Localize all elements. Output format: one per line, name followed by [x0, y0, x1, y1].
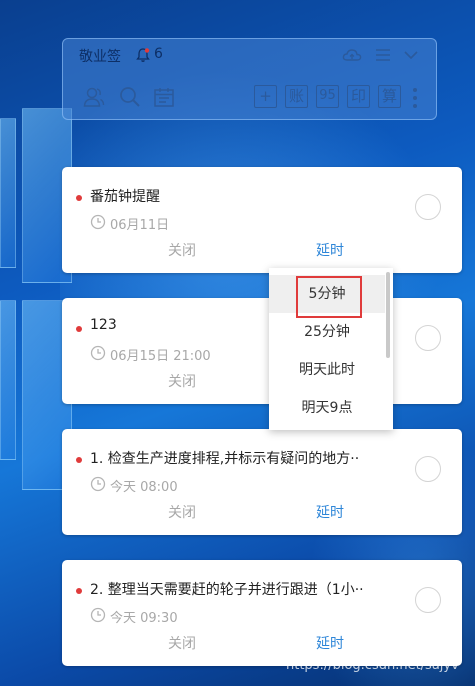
delay-button[interactable]: 延时 — [316, 240, 344, 260]
account-button[interactable]: 账 — [285, 85, 308, 108]
clock-icon — [90, 345, 106, 361]
clock-icon — [90, 607, 106, 623]
reminder-title: 2. 整理当天需要赶的轮子并进行跟进（1小·· — [90, 582, 364, 598]
reminder-dot — [76, 588, 82, 594]
windows-logo-pane — [0, 118, 16, 268]
print-button[interactable]: 印 — [347, 85, 370, 108]
reminder-card: 1. 检查生产进度排程,并标示有疑问的地方·· 今天 08:00 关闭 延时 — [62, 429, 462, 535]
clock-icon — [90, 214, 106, 230]
reminder-time-text: 今天 08:00 — [110, 480, 178, 495]
complete-checkbox[interactable] — [415, 325, 441, 351]
calculator-button[interactable]: 算 — [378, 85, 401, 108]
hamburger-menu-icon[interactable] — [373, 46, 393, 64]
close-button[interactable]: 关闭 — [168, 502, 196, 522]
delay-option-5min[interactable]: 5分钟 — [269, 275, 385, 318]
reminder-dot — [76, 457, 82, 463]
complete-checkbox[interactable] — [415, 194, 441, 220]
notification-count: 6 — [154, 46, 163, 62]
reminder-dot — [76, 326, 82, 332]
contacts-icon[interactable] — [82, 85, 106, 109]
app-title: 敬业签 — [79, 49, 121, 65]
more-vertical-icon[interactable] — [412, 87, 418, 109]
watermark: https://blog.csdn.net/sajyv — [286, 658, 459, 673]
reminder-title: 1. 检查生产进度排程,并标示有疑问的地方·· — [90, 451, 360, 467]
bell-icon[interactable] — [135, 47, 151, 63]
search-icon[interactable] — [118, 85, 142, 109]
delay-options-menu: 5分钟 25分钟 明天此时 明天9点 — [269, 268, 393, 430]
reminder-time-text: 06月15日 21:00 — [110, 349, 211, 364]
clock-icon — [90, 476, 106, 492]
countdown-button[interactable]: 95 — [316, 85, 339, 108]
reminder-time-text: 今天 09:30 — [110, 611, 178, 626]
toolbar-tools-row: + 账 95 印 算 — [63, 79, 438, 115]
reminder-time-text: 06月11日 — [110, 218, 170, 233]
windows-logo-pane — [0, 300, 16, 460]
chevron-down-icon[interactable] — [401, 46, 421, 64]
complete-checkbox[interactable] — [415, 456, 441, 482]
reminder-title: 番茄钟提醒 — [90, 189, 160, 205]
complete-checkbox[interactable] — [415, 587, 441, 613]
reminder-dot — [76, 195, 82, 201]
delay-option-25min[interactable]: 25分钟 — [269, 313, 385, 351]
delay-button[interactable]: 延时 — [316, 502, 344, 522]
delay-button[interactable]: 延时 — [316, 633, 344, 653]
close-button[interactable]: 关闭 — [168, 371, 196, 391]
reminder-card: 番茄钟提醒 06月11日 关闭 延时 — [62, 167, 462, 273]
app-toolbar-panel: 敬业签 6 + 账 95 印 算 — [62, 38, 437, 120]
cloud-icon[interactable] — [342, 46, 362, 64]
delay-option-tomorrow-9am[interactable]: 明天9点 — [269, 389, 385, 427]
reminder-card: 123 06月15日 21:00 关闭 — [62, 298, 462, 404]
close-button[interactable]: 关闭 — [168, 240, 196, 260]
toolbar-header-row: 敬业签 6 — [63, 39, 438, 71]
calendar-icon[interactable] — [152, 85, 176, 109]
reminder-card: 2. 整理当天需要赶的轮子并进行跟进（1小·· 今天 09:30 关闭 延时 — [62, 560, 462, 666]
delay-option-tomorrow-same-time[interactable]: 明天此时 — [269, 351, 385, 389]
reminder-title: 123 — [90, 317, 117, 333]
close-button[interactable]: 关闭 — [168, 633, 196, 653]
dropdown-scrollbar[interactable] — [386, 272, 390, 358]
add-button[interactable]: + — [254, 85, 277, 108]
